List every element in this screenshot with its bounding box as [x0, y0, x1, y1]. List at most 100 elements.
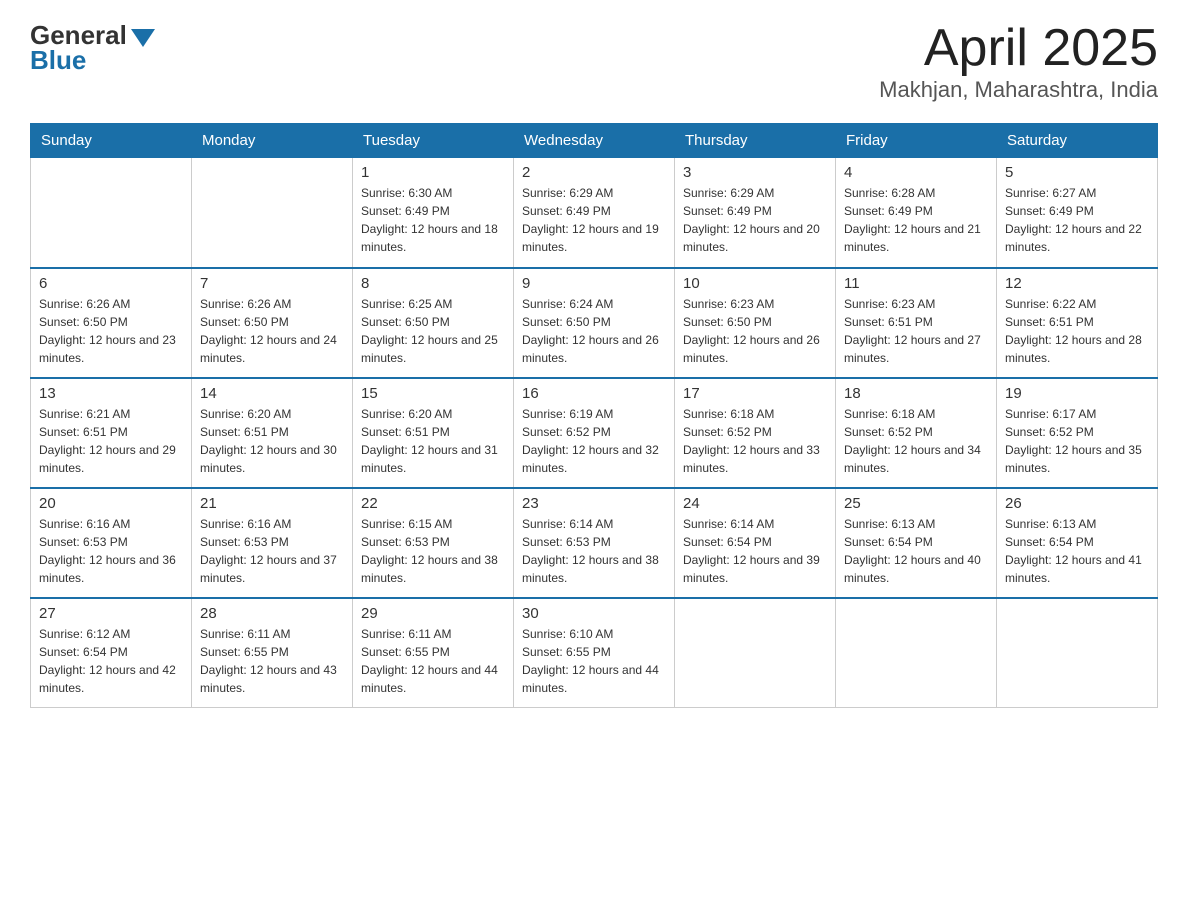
calendar-week-row: 6 Sunrise: 6:26 AMSunset: 6:50 PMDaylight… [31, 268, 1158, 378]
day-number: 4 [844, 164, 988, 181]
logo-triangle-icon [131, 29, 155, 47]
day-number: 7 [200, 275, 344, 292]
calendar-cell: 13 Sunrise: 6:21 AMSunset: 6:51 PMDayligh… [31, 378, 192, 488]
calendar-header-sunday: Sunday [31, 124, 192, 158]
day-number: 26 [1005, 495, 1149, 512]
day-number: 29 [361, 605, 505, 622]
day-info: Sunrise: 6:18 AMSunset: 6:52 PMDaylight:… [683, 405, 827, 477]
day-info: Sunrise: 6:20 AMSunset: 6:51 PMDaylight:… [200, 405, 344, 477]
day-info: Sunrise: 6:21 AMSunset: 6:51 PMDaylight:… [39, 405, 183, 477]
page-header: General Blue April 2025 Makhjan, Maharas… [30, 20, 1158, 103]
day-info: Sunrise: 6:19 AMSunset: 6:52 PMDaylight:… [522, 405, 666, 477]
calendar-cell: 24 Sunrise: 6:14 AMSunset: 6:54 PMDayligh… [675, 488, 836, 598]
day-number: 2 [522, 164, 666, 181]
calendar-cell: 29 Sunrise: 6:11 AMSunset: 6:55 PMDayligh… [353, 598, 514, 708]
day-number: 25 [844, 495, 988, 512]
calendar-cell: 22Sunrise: 6:15 AMSunset: 6:53 PMDayligh… [353, 488, 514, 598]
calendar-cell [997, 598, 1158, 708]
day-number: 3 [683, 164, 827, 181]
calendar-week-row: 27Sunrise: 6:12 AMSunset: 6:54 PMDayligh… [31, 598, 1158, 708]
day-number: 15 [361, 385, 505, 402]
day-number: 11 [844, 275, 988, 292]
calendar-cell [675, 598, 836, 708]
calendar-week-row: 1 Sunrise: 6:30 AMSunset: 6:49 PMDaylight… [31, 158, 1158, 268]
month-title: April 2025 [879, 20, 1158, 77]
calendar-header-saturday: Saturday [997, 124, 1158, 158]
day-number: 24 [683, 495, 827, 512]
day-info: Sunrise: 6:24 AMSunset: 6:50 PMDaylight:… [522, 295, 666, 367]
calendar-cell: 27Sunrise: 6:12 AMSunset: 6:54 PMDayligh… [31, 598, 192, 708]
day-number: 18 [844, 385, 988, 402]
calendar-week-row: 20Sunrise: 6:16 AMSunset: 6:53 PMDayligh… [31, 488, 1158, 598]
calendar-cell [836, 598, 997, 708]
day-info: Sunrise: 6:23 AMSunset: 6:50 PMDaylight:… [683, 295, 827, 367]
calendar-cell: 11Sunrise: 6:23 AMSunset: 6:51 PMDayligh… [836, 268, 997, 378]
day-info: Sunrise: 6:29 AMSunset: 6:49 PMDaylight:… [522, 184, 666, 256]
day-number: 30 [522, 605, 666, 622]
calendar-cell: 25 Sunrise: 6:13 AMSunset: 6:54 PMDayligh… [836, 488, 997, 598]
day-info: Sunrise: 6:11 AMSunset: 6:55 PMDaylight:… [361, 625, 505, 697]
calendar-cell: 8 Sunrise: 6:25 AMSunset: 6:50 PMDaylight… [353, 268, 514, 378]
day-number: 16 [522, 385, 666, 402]
logo: General Blue [30, 20, 155, 76]
day-info: Sunrise: 6:14 AMSunset: 6:53 PMDaylight:… [522, 515, 666, 587]
day-number: 14 [200, 385, 344, 402]
day-number: 1 [361, 164, 505, 181]
calendar-cell [31, 158, 192, 268]
calendar-cell: 4 Sunrise: 6:28 AMSunset: 6:49 PMDaylight… [836, 158, 997, 268]
calendar-cell: 16 Sunrise: 6:19 AMSunset: 6:52 PMDayligh… [514, 378, 675, 488]
day-number: 28 [200, 605, 344, 622]
day-info: Sunrise: 6:16 AMSunset: 6:53 PMDaylight:… [200, 515, 344, 587]
day-info: Sunrise: 6:15 AMSunset: 6:53 PMDaylight:… [361, 515, 505, 587]
logo-blue-text: Blue [30, 45, 155, 76]
calendar-cell: 26Sunrise: 6:13 AMSunset: 6:54 PMDayligh… [997, 488, 1158, 598]
day-number: 6 [39, 275, 183, 292]
calendar-header-thursday: Thursday [675, 124, 836, 158]
day-number: 8 [361, 275, 505, 292]
calendar-cell: 28 Sunrise: 6:11 AMSunset: 6:55 PMDayligh… [192, 598, 353, 708]
day-info: Sunrise: 6:25 AMSunset: 6:50 PMDaylight:… [361, 295, 505, 367]
day-info: Sunrise: 6:22 AMSunset: 6:51 PMDaylight:… [1005, 295, 1149, 367]
day-number: 17 [683, 385, 827, 402]
calendar-cell: 7Sunrise: 6:26 AMSunset: 6:50 PMDaylight… [192, 268, 353, 378]
calendar-cell: 5Sunrise: 6:27 AMSunset: 6:49 PMDaylight… [997, 158, 1158, 268]
calendar-cell: 18 Sunrise: 6:18 AMSunset: 6:52 PMDayligh… [836, 378, 997, 488]
calendar-cell: 1 Sunrise: 6:30 AMSunset: 6:49 PMDaylight… [353, 158, 514, 268]
day-number: 19 [1005, 385, 1149, 402]
calendar-cell [192, 158, 353, 268]
calendar-cell: 9 Sunrise: 6:24 AMSunset: 6:50 PMDaylight… [514, 268, 675, 378]
day-number: 23 [522, 495, 666, 512]
calendar-cell: 3 Sunrise: 6:29 AMSunset: 6:49 PMDaylight… [675, 158, 836, 268]
calendar-cell: 10 Sunrise: 6:23 AMSunset: 6:50 PMDayligh… [675, 268, 836, 378]
day-info: Sunrise: 6:18 AMSunset: 6:52 PMDaylight:… [844, 405, 988, 477]
day-info: Sunrise: 6:28 AMSunset: 6:49 PMDaylight:… [844, 184, 988, 256]
day-info: Sunrise: 6:10 AMSunset: 6:55 PMDaylight:… [522, 625, 666, 697]
calendar-cell: 12Sunrise: 6:22 AMSunset: 6:51 PMDayligh… [997, 268, 1158, 378]
calendar-header-friday: Friday [836, 124, 997, 158]
location-title: Makhjan, Maharashtra, India [879, 77, 1158, 103]
day-info: Sunrise: 6:20 AMSunset: 6:51 PMDaylight:… [361, 405, 505, 477]
calendar-cell: 20Sunrise: 6:16 AMSunset: 6:53 PMDayligh… [31, 488, 192, 598]
day-number: 9 [522, 275, 666, 292]
day-info: Sunrise: 6:11 AMSunset: 6:55 PMDaylight:… [200, 625, 344, 697]
calendar-cell: 14 Sunrise: 6:20 AMSunset: 6:51 PMDayligh… [192, 378, 353, 488]
calendar-cell: 23 Sunrise: 6:14 AMSunset: 6:53 PMDayligh… [514, 488, 675, 598]
day-info: Sunrise: 6:26 AMSunset: 6:50 PMDaylight:… [39, 295, 183, 367]
calendar-header-monday: Monday [192, 124, 353, 158]
calendar-cell: 17 Sunrise: 6:18 AMSunset: 6:52 PMDayligh… [675, 378, 836, 488]
calendar-cell: 6 Sunrise: 6:26 AMSunset: 6:50 PMDaylight… [31, 268, 192, 378]
calendar-header-wednesday: Wednesday [514, 124, 675, 158]
day-info: Sunrise: 6:30 AMSunset: 6:49 PMDaylight:… [361, 184, 505, 256]
day-info: Sunrise: 6:16 AMSunset: 6:53 PMDaylight:… [39, 515, 183, 587]
calendar-cell: 19 Sunrise: 6:17 AMSunset: 6:52 PMDayligh… [997, 378, 1158, 488]
day-number: 5 [1005, 164, 1149, 181]
day-info: Sunrise: 6:29 AMSunset: 6:49 PMDaylight:… [683, 184, 827, 256]
day-info: Sunrise: 6:17 AMSunset: 6:52 PMDaylight:… [1005, 405, 1149, 477]
day-info: Sunrise: 6:13 AMSunset: 6:54 PMDaylight:… [844, 515, 988, 587]
calendar-cell: 30 Sunrise: 6:10 AMSunset: 6:55 PMDayligh… [514, 598, 675, 708]
day-number: 13 [39, 385, 183, 402]
day-number: 10 [683, 275, 827, 292]
calendar-header-tuesday: Tuesday [353, 124, 514, 158]
day-info: Sunrise: 6:14 AMSunset: 6:54 PMDaylight:… [683, 515, 827, 587]
calendar-week-row: 13 Sunrise: 6:21 AMSunset: 6:51 PMDayligh… [31, 378, 1158, 488]
